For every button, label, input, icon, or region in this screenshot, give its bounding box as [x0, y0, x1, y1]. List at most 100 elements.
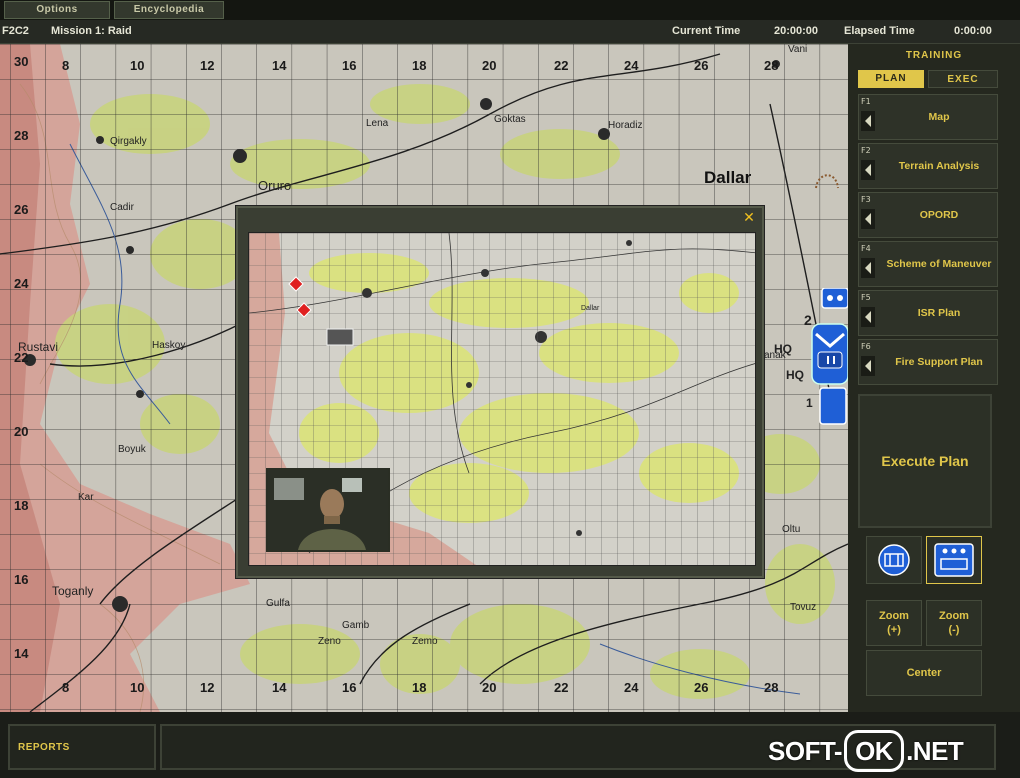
unit-view-toggle[interactable] — [866, 536, 922, 584]
terrain-analysis-button[interactable]: F2 Terrain Analysis — [858, 143, 998, 189]
town-haskoy: Haskoy — [152, 340, 186, 351]
close-icon[interactable]: ✕ — [742, 211, 756, 225]
grid-label: 10 — [130, 58, 145, 73]
hotkey-label: F3 — [861, 195, 871, 204]
mission-title: Mission 1: Raid — [51, 25, 132, 37]
watermark-text: SOFT- — [768, 735, 843, 766]
town-oruro: Oruro — [258, 178, 292, 193]
town-cadir: Cadir — [110, 202, 134, 213]
town-gulfa: Gulfa — [266, 598, 290, 609]
town-tovuz: Tovuz — [790, 602, 817, 613]
grid-label: 26 — [694, 58, 709, 73]
hotkey-label: F1 — [861, 97, 871, 106]
execute-plan-button[interactable]: Execute Plan — [858, 394, 992, 528]
arrow-left-icon — [861, 160, 875, 180]
town-lena: Lena — [366, 118, 389, 129]
opord-button[interactable]: F3 OPORD — [858, 192, 998, 238]
hotkey-label: F6 — [861, 342, 871, 351]
hotkey-label: F5 — [861, 293, 871, 302]
button-label: Map — [928, 110, 950, 123]
grid-label: 20 — [482, 680, 497, 695]
town-zeno: Zeno — [318, 636, 341, 647]
watermark-logo: SOFT- OK .NET — [768, 730, 964, 772]
watermark-text: OK — [844, 730, 905, 772]
town-boyuk: Boyuk — [118, 444, 146, 455]
grid-label: 24 — [14, 276, 29, 291]
isr-plan-button[interactable]: F5 ISR Plan — [858, 290, 998, 336]
town-toganly: Toganly — [52, 584, 94, 598]
grid-label: 14 — [272, 680, 287, 695]
watermark-text: .NET — [906, 735, 964, 766]
formation-view-toggle[interactable] — [926, 536, 982, 584]
fire-support-plan-button[interactable]: F6 Fire Support Plan — [858, 339, 998, 385]
top-menu-bar: Options Encyclopedia — [0, 0, 1020, 20]
grid-label: 20 — [482, 58, 497, 73]
minimap-town-label: Dallar — [581, 305, 600, 312]
grid-label: 14 — [272, 58, 287, 73]
zoom-in-button[interactable]: Zoom (+) — [866, 600, 922, 646]
town-vani: Vani — [788, 44, 808, 55]
unit-circle-icon — [878, 544, 910, 576]
arrow-left-icon — [861, 258, 875, 278]
grid-label: 8 — [62, 58, 70, 73]
button-label: Scheme of Maneuver — [886, 257, 992, 270]
encyclopedia-menu-button[interactable]: Encyclopedia — [114, 1, 224, 19]
grid-label: 18 — [412, 58, 427, 73]
unit-label-hq: HQ — [786, 368, 804, 382]
town-rustavi: Rustavi — [18, 340, 59, 354]
town-oltu: Oltu — [782, 524, 801, 535]
grid-label: 8 — [62, 680, 70, 695]
grid-label: 22 — [554, 680, 569, 695]
button-label: OPORD — [919, 208, 959, 221]
commander-video-feed — [266, 468, 390, 552]
arrow-left-icon — [861, 307, 875, 327]
panel-title: TRAINING — [905, 50, 963, 61]
town-goktas: Goktas — [494, 114, 526, 125]
commander-portrait-icon — [268, 470, 388, 550]
hotkey-label: F2 — [861, 146, 871, 155]
zoom-out-button[interactable]: Zoom (-) — [926, 600, 982, 646]
elapsed-time-label: Elapsed Time — [844, 25, 915, 37]
grid-label: 28 — [14, 128, 29, 143]
town-gamb: Gamb — [342, 620, 370, 631]
town-qirgakly: Qirgakly — [110, 136, 147, 147]
scheme-of-maneuver-button[interactable]: F4 Scheme of Maneuver — [858, 241, 998, 287]
grid-label: 26 — [14, 202, 29, 217]
options-menu-button[interactable]: Options — [4, 1, 110, 19]
unit-callsign: F2C2 — [2, 25, 29, 37]
terrain-hill-icon — [815, 174, 839, 189]
town-dallar: Dallar — [704, 168, 752, 187]
grid-label: 16 — [342, 680, 357, 695]
center-button[interactable]: Center — [866, 650, 982, 696]
friendly-unit-icon[interactable] — [806, 288, 848, 428]
grid-label: 26 — [694, 680, 709, 695]
grid-label: 20 — [14, 424, 29, 439]
map-button[interactable]: F1 Map — [858, 94, 998, 140]
grid-label: 28 — [764, 680, 779, 695]
grid-label: 16 — [14, 572, 29, 587]
grid-label: 22 — [554, 58, 569, 73]
arrow-left-icon — [861, 356, 875, 376]
reports-button[interactable]: REPORTS — [8, 724, 156, 770]
grid-label: 14 — [14, 646, 29, 661]
grid-label: 12 — [200, 58, 215, 73]
grid-label: 18 — [412, 680, 427, 695]
grid-label: 30 — [14, 54, 29, 69]
enemy-unit-icon[interactable] — [287, 275, 317, 325]
grid-label: 24 — [624, 680, 639, 695]
plan-panel: TRAINING PLAN EXEC F1 Map F2 Terrain Ana… — [848, 44, 1020, 712]
grid-label: 10 — [130, 680, 145, 695]
grid-label: 12 — [200, 680, 215, 695]
current-time-value: 20:00:00 — [774, 25, 819, 37]
tab-exec[interactable]: EXEC — [928, 70, 998, 88]
unit-label-hq: HQ — [774, 342, 792, 356]
town-kar: Kar — [78, 492, 94, 503]
town-horadiz: Horadiz — [608, 120, 643, 131]
arrow-left-icon — [861, 209, 875, 229]
button-label: Terrain Analysis — [898, 159, 980, 172]
elapsed-time-value: 0:00:00 — [954, 25, 992, 37]
grid-label: 24 — [624, 58, 639, 73]
hotkey-label: F4 — [861, 244, 871, 253]
tab-plan[interactable]: PLAN — [858, 70, 924, 88]
town-zemo: Zemo — [412, 636, 438, 647]
